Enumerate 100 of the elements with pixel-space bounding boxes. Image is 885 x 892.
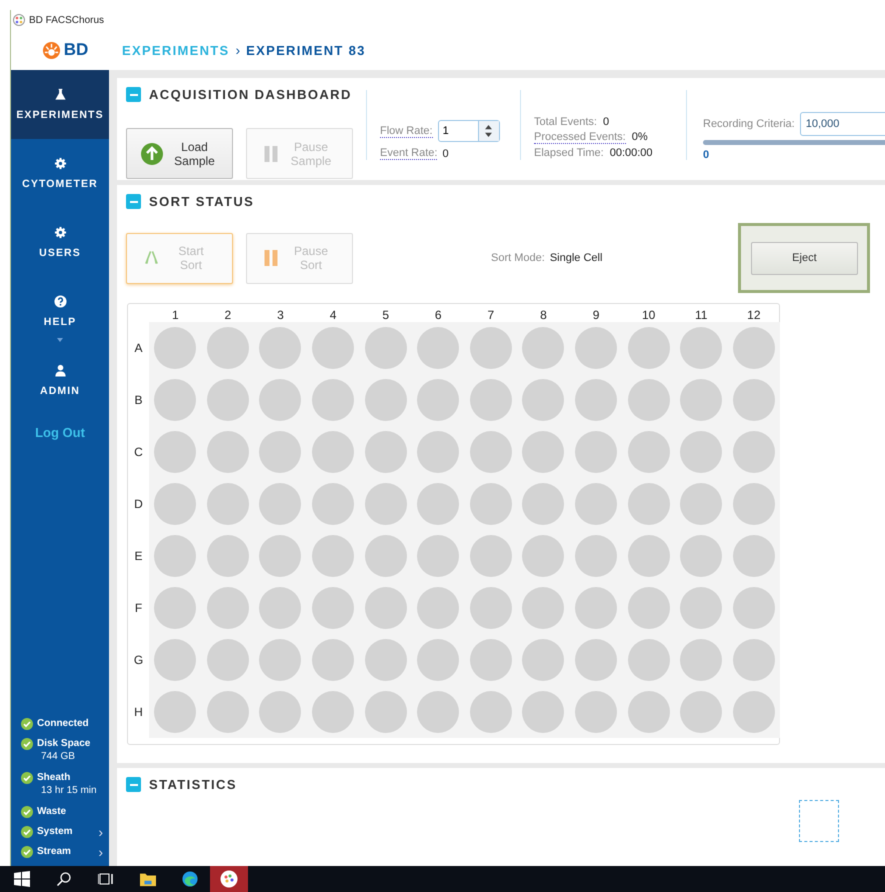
- collapse-button[interactable]: [126, 777, 141, 792]
- well[interactable]: [680, 691, 722, 733]
- well[interactable]: [364, 327, 407, 369]
- well[interactable]: [312, 379, 354, 421]
- well[interactable]: [628, 535, 670, 577]
- well[interactable]: [154, 587, 196, 629]
- well[interactable]: [417, 483, 460, 525]
- well[interactable]: [522, 587, 564, 629]
- well[interactable]: [680, 327, 722, 369]
- well[interactable]: [206, 483, 249, 525]
- well[interactable]: [259, 587, 302, 629]
- well[interactable]: [417, 587, 460, 629]
- well[interactable]: [628, 327, 670, 369]
- well[interactable]: [312, 535, 354, 577]
- well[interactable]: [364, 379, 407, 421]
- well[interactable]: [680, 639, 722, 681]
- well[interactable]: [206, 587, 249, 629]
- well[interactable]: [470, 587, 512, 629]
- well[interactable]: [154, 535, 196, 577]
- well[interactable]: [470, 379, 512, 421]
- well[interactable]: [470, 691, 512, 733]
- well[interactable]: [575, 379, 618, 421]
- well[interactable]: [628, 483, 670, 525]
- well[interactable]: [628, 691, 670, 733]
- well[interactable]: [417, 431, 460, 473]
- well[interactable]: [522, 535, 564, 577]
- well[interactable]: [364, 431, 407, 473]
- well[interactable]: [732, 535, 775, 577]
- well[interactable]: [206, 639, 249, 681]
- well[interactable]: [417, 379, 460, 421]
- well[interactable]: [680, 535, 722, 577]
- well[interactable]: [154, 327, 196, 369]
- well[interactable]: [364, 535, 407, 577]
- well[interactable]: [680, 379, 722, 421]
- well[interactable]: [259, 483, 302, 525]
- windows-start-icon[interactable]: [14, 871, 30, 887]
- well[interactable]: [732, 691, 775, 733]
- well[interactable]: [732, 379, 775, 421]
- active-app-tile[interactable]: [210, 866, 248, 892]
- folder-icon[interactable]: [140, 871, 156, 887]
- well[interactable]: [417, 535, 460, 577]
- well[interactable]: [206, 327, 249, 369]
- well[interactable]: [154, 691, 196, 733]
- well[interactable]: [628, 587, 670, 629]
- well[interactable]: [417, 639, 460, 681]
- well[interactable]: [575, 639, 618, 681]
- well[interactable]: [575, 691, 618, 733]
- well[interactable]: [575, 587, 618, 629]
- well[interactable]: [575, 483, 618, 525]
- well[interactable]: [522, 639, 564, 681]
- well[interactable]: [522, 431, 564, 473]
- well[interactable]: [680, 483, 722, 525]
- well[interactable]: [312, 691, 354, 733]
- well[interactable]: [575, 535, 618, 577]
- well[interactable]: [470, 639, 512, 681]
- well[interactable]: [364, 639, 407, 681]
- task-view-icon[interactable]: [98, 871, 114, 887]
- nav-item[interactable]: EXPERIMENTS: [11, 70, 109, 139]
- well[interactable]: [312, 327, 354, 369]
- well[interactable]: [680, 587, 722, 629]
- well[interactable]: [364, 691, 407, 733]
- action-button[interactable]: Load Sample: [126, 128, 233, 179]
- well[interactable]: [259, 327, 302, 369]
- recording-criteria-field[interactable]: 10,000: [800, 112, 885, 136]
- well[interactable]: [522, 691, 564, 733]
- well[interactable]: [522, 483, 564, 525]
- well[interactable]: [154, 483, 196, 525]
- well[interactable]: [312, 431, 354, 473]
- well[interactable]: [470, 431, 512, 473]
- well[interactable]: [364, 587, 407, 629]
- well[interactable]: [206, 691, 249, 733]
- well[interactable]: [312, 587, 354, 629]
- well[interactable]: [259, 535, 302, 577]
- well[interactable]: [470, 483, 512, 525]
- well[interactable]: [417, 691, 460, 733]
- well[interactable]: [417, 327, 460, 369]
- well[interactable]: [522, 379, 564, 421]
- well[interactable]: [259, 379, 302, 421]
- search-icon[interactable]: [56, 871, 72, 887]
- expand-arrow[interactable]: ›: [98, 844, 103, 860]
- nav-item[interactable]: USERS: [11, 208, 109, 277]
- eject-button[interactable]: Eject: [750, 242, 858, 274]
- well[interactable]: [259, 691, 302, 733]
- well[interactable]: [206, 535, 249, 577]
- well[interactable]: [575, 431, 618, 473]
- well[interactable]: [732, 639, 775, 681]
- well[interactable]: [470, 327, 512, 369]
- logout-link[interactable]: Log Out: [11, 425, 109, 440]
- well[interactable]: [628, 379, 670, 421]
- well[interactable]: [259, 431, 302, 473]
- well[interactable]: [732, 431, 775, 473]
- well[interactable]: [732, 483, 775, 525]
- well[interactable]: [680, 431, 722, 473]
- collapse-button[interactable]: [126, 194, 141, 209]
- well[interactable]: [312, 483, 354, 525]
- well[interactable]: [312, 639, 354, 681]
- expand-arrow[interactable]: ›: [98, 824, 103, 840]
- well[interactable]: [732, 587, 775, 629]
- well[interactable]: [575, 327, 618, 369]
- well[interactable]: [732, 327, 775, 369]
